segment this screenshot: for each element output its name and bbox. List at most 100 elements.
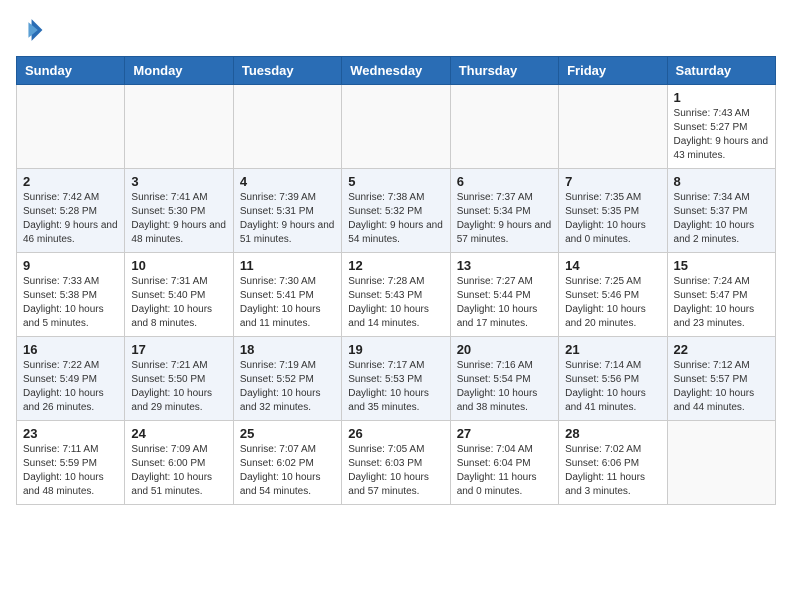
day-number: 11 [240, 258, 335, 273]
day-info: Sunrise: 7:14 AM Sunset: 5:56 PM Dayligh… [565, 359, 660, 415]
day-number: 3 [131, 174, 226, 189]
calendar-day-cell [450, 85, 558, 169]
day-info: Sunrise: 7:07 AM Sunset: 6:02 PM Dayligh… [240, 443, 335, 499]
day-number: 16 [23, 342, 118, 357]
day-info: Sunrise: 7:12 AM Sunset: 5:57 PM Dayligh… [674, 359, 769, 415]
column-header-friday: Friday [559, 57, 667, 85]
day-number: 20 [457, 342, 552, 357]
calendar-day-cell [125, 85, 233, 169]
calendar-day-cell: 10 Sunrise: 7:31 AM Sunset: 5:40 PM Dayli… [125, 253, 233, 337]
day-info: Sunrise: 7:37 AM Sunset: 5:34 PM Dayligh… [457, 191, 552, 247]
calendar-day-cell [559, 85, 667, 169]
calendar-day-cell [233, 85, 341, 169]
day-info: Sunrise: 7:27 AM Sunset: 5:44 PM Dayligh… [457, 275, 552, 331]
calendar-day-cell: 26 Sunrise: 7:05 AM Sunset: 6:03 PM Dayli… [342, 421, 450, 505]
calendar-day-cell: 22 Sunrise: 7:12 AM Sunset: 5:57 PM Dayli… [667, 337, 775, 421]
day-info: Sunrise: 7:24 AM Sunset: 5:47 PM Dayligh… [674, 275, 769, 331]
calendar-day-cell: 21 Sunrise: 7:14 AM Sunset: 5:56 PM Dayli… [559, 337, 667, 421]
day-info: Sunrise: 7:09 AM Sunset: 6:00 PM Dayligh… [131, 443, 226, 499]
day-number: 14 [565, 258, 660, 273]
day-info: Sunrise: 7:17 AM Sunset: 5:53 PM Dayligh… [348, 359, 443, 415]
day-number: 28 [565, 426, 660, 441]
day-info: Sunrise: 7:19 AM Sunset: 5:52 PM Dayligh… [240, 359, 335, 415]
calendar-day-cell: 17 Sunrise: 7:21 AM Sunset: 5:50 PM Dayli… [125, 337, 233, 421]
day-number: 6 [457, 174, 552, 189]
day-info: Sunrise: 7:39 AM Sunset: 5:31 PM Dayligh… [240, 191, 335, 247]
calendar-day-cell: 24 Sunrise: 7:09 AM Sunset: 6:00 PM Dayli… [125, 421, 233, 505]
calendar-day-cell: 18 Sunrise: 7:19 AM Sunset: 5:52 PM Dayli… [233, 337, 341, 421]
calendar-day-cell [667, 421, 775, 505]
day-number: 27 [457, 426, 552, 441]
day-info: Sunrise: 7:04 AM Sunset: 6:04 PM Dayligh… [457, 443, 552, 499]
calendar-week-row: 23 Sunrise: 7:11 AM Sunset: 5:59 PM Dayli… [17, 421, 776, 505]
day-info: Sunrise: 7:11 AM Sunset: 5:59 PM Dayligh… [23, 443, 118, 499]
day-number: 12 [348, 258, 443, 273]
day-number: 25 [240, 426, 335, 441]
column-header-sunday: Sunday [17, 57, 125, 85]
day-number: 24 [131, 426, 226, 441]
day-info: Sunrise: 7:43 AM Sunset: 5:27 PM Dayligh… [674, 107, 769, 163]
calendar-day-cell: 19 Sunrise: 7:17 AM Sunset: 5:53 PM Dayli… [342, 337, 450, 421]
day-info: Sunrise: 7:21 AM Sunset: 5:50 PM Dayligh… [131, 359, 226, 415]
day-number: 22 [674, 342, 769, 357]
calendar-day-cell: 27 Sunrise: 7:04 AM Sunset: 6:04 PM Dayli… [450, 421, 558, 505]
day-number: 5 [348, 174, 443, 189]
day-info: Sunrise: 7:33 AM Sunset: 5:38 PM Dayligh… [23, 275, 118, 331]
calendar-day-cell: 23 Sunrise: 7:11 AM Sunset: 5:59 PM Dayli… [17, 421, 125, 505]
calendar-day-cell: 4 Sunrise: 7:39 AM Sunset: 5:31 PM Daylig… [233, 169, 341, 253]
day-number: 21 [565, 342, 660, 357]
day-number: 4 [240, 174, 335, 189]
day-number: 15 [674, 258, 769, 273]
day-number: 17 [131, 342, 226, 357]
day-info: Sunrise: 7:28 AM Sunset: 5:43 PM Dayligh… [348, 275, 443, 331]
calendar-day-cell: 16 Sunrise: 7:22 AM Sunset: 5:49 PM Dayli… [17, 337, 125, 421]
calendar-week-row: 9 Sunrise: 7:33 AM Sunset: 5:38 PM Daylig… [17, 253, 776, 337]
calendar-day-cell: 12 Sunrise: 7:28 AM Sunset: 5:43 PM Dayli… [342, 253, 450, 337]
day-number: 8 [674, 174, 769, 189]
column-header-saturday: Saturday [667, 57, 775, 85]
day-number: 23 [23, 426, 118, 441]
logo-icon [16, 16, 44, 44]
day-info: Sunrise: 7:30 AM Sunset: 5:41 PM Dayligh… [240, 275, 335, 331]
day-info: Sunrise: 7:41 AM Sunset: 5:30 PM Dayligh… [131, 191, 226, 247]
day-info: Sunrise: 7:34 AM Sunset: 5:37 PM Dayligh… [674, 191, 769, 247]
column-header-thursday: Thursday [450, 57, 558, 85]
day-number: 26 [348, 426, 443, 441]
day-number: 18 [240, 342, 335, 357]
calendar-day-cell: 9 Sunrise: 7:33 AM Sunset: 5:38 PM Daylig… [17, 253, 125, 337]
calendar-day-cell: 28 Sunrise: 7:02 AM Sunset: 6:06 PM Dayli… [559, 421, 667, 505]
calendar-day-cell: 25 Sunrise: 7:07 AM Sunset: 6:02 PM Dayli… [233, 421, 341, 505]
calendar-day-cell: 6 Sunrise: 7:37 AM Sunset: 5:34 PM Daylig… [450, 169, 558, 253]
calendar-day-cell [17, 85, 125, 169]
day-info: Sunrise: 7:05 AM Sunset: 6:03 PM Dayligh… [348, 443, 443, 499]
page-header [16, 16, 776, 44]
day-info: Sunrise: 7:22 AM Sunset: 5:49 PM Dayligh… [23, 359, 118, 415]
calendar-day-cell: 3 Sunrise: 7:41 AM Sunset: 5:30 PM Daylig… [125, 169, 233, 253]
calendar-day-cell: 20 Sunrise: 7:16 AM Sunset: 5:54 PM Dayli… [450, 337, 558, 421]
day-number: 19 [348, 342, 443, 357]
calendar-day-cell: 14 Sunrise: 7:25 AM Sunset: 5:46 PM Dayli… [559, 253, 667, 337]
day-number: 10 [131, 258, 226, 273]
calendar-week-row: 2Sunrise: 7:42 AM Sunset: 5:28 PM Daylig… [17, 169, 776, 253]
column-header-tuesday: Tuesday [233, 57, 341, 85]
calendar-week-row: 1 Sunrise: 7:43 AM Sunset: 5:27 PM Daylig… [17, 85, 776, 169]
column-header-monday: Monday [125, 57, 233, 85]
day-info: Sunrise: 7:35 AM Sunset: 5:35 PM Dayligh… [565, 191, 660, 247]
day-number: 9 [23, 258, 118, 273]
calendar-day-cell: 8 Sunrise: 7:34 AM Sunset: 5:37 PM Daylig… [667, 169, 775, 253]
day-number: 1 [674, 90, 769, 105]
calendar-day-cell [342, 85, 450, 169]
day-number: 13 [457, 258, 552, 273]
day-info: Sunrise: 7:31 AM Sunset: 5:40 PM Dayligh… [131, 275, 226, 331]
day-number: 2 [23, 174, 118, 189]
calendar-table: SundayMondayTuesdayWednesdayThursdayFrid… [16, 56, 776, 505]
calendar-day-cell: 5Sunrise: 7:38 AM Sunset: 5:32 PM Daylig… [342, 169, 450, 253]
calendar-day-cell: 7 Sunrise: 7:35 AM Sunset: 5:35 PM Daylig… [559, 169, 667, 253]
calendar-header-row: SundayMondayTuesdayWednesdayThursdayFrid… [17, 57, 776, 85]
day-number: 7 [565, 174, 660, 189]
day-info: Sunrise: 7:25 AM Sunset: 5:46 PM Dayligh… [565, 275, 660, 331]
logo [16, 16, 48, 44]
day-info: Sunrise: 7:16 AM Sunset: 5:54 PM Dayligh… [457, 359, 552, 415]
calendar-day-cell: 15 Sunrise: 7:24 AM Sunset: 5:47 PM Dayli… [667, 253, 775, 337]
day-info: Sunrise: 7:02 AM Sunset: 6:06 PM Dayligh… [565, 443, 660, 499]
